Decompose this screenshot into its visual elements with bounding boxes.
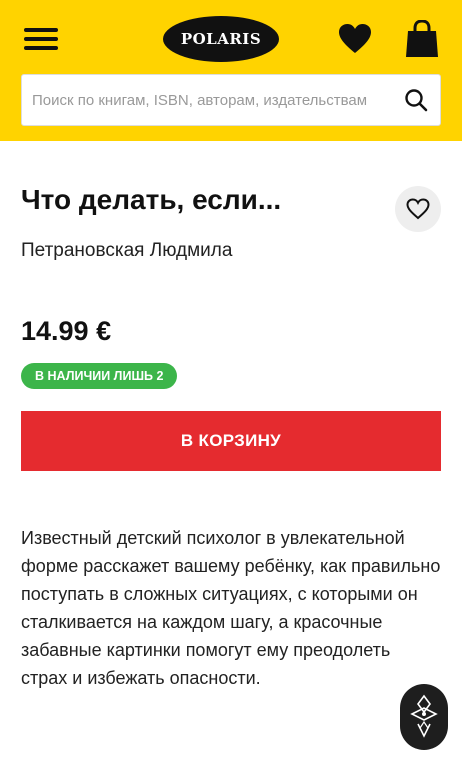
product-price: 14.99 € (21, 316, 112, 346)
wishlist-button[interactable] (395, 186, 441, 232)
floating-widget-button[interactable] (400, 684, 448, 750)
heart-outline-icon (406, 198, 430, 220)
stock-status-badge: В НАЛИЧИИ ЛИШЬ 2 (21, 363, 178, 389)
search-input[interactable] (32, 75, 400, 125)
polaris-logo[interactable]: POLARIS (163, 16, 279, 62)
product-title: Что делать, если... (21, 184, 282, 215)
search-bar (21, 74, 441, 126)
shopping-bag-icon[interactable] (405, 19, 439, 58)
search-icon[interactable] (404, 88, 428, 112)
add-to-cart-button[interactable]: В КОРЗИНУ (21, 411, 441, 471)
logo-text: POLARIS (180, 30, 262, 48)
floating-widget-icon (410, 694, 438, 738)
site-header: POLARIS (0, 0, 462, 141)
product-author-link[interactable]: Петрановская Людмила (21, 240, 232, 262)
product-description: Известный детский психолог в увлекательн… (21, 528, 441, 688)
favorites-heart-icon[interactable] (338, 23, 372, 55)
hamburger-menu-icon[interactable] (24, 26, 58, 52)
